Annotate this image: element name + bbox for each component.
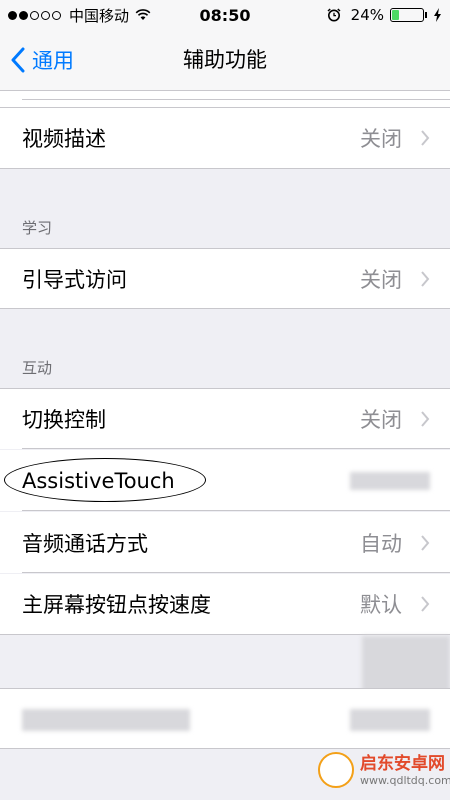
row-call-audio-routing[interactable]: 音频通话方式 自动 [0, 512, 450, 573]
back-button[interactable]: 通用 [10, 30, 74, 90]
chevron-right-icon [421, 534, 430, 551]
watermark-url: www.qdltdq.com [360, 773, 450, 787]
row-value: 关闭 [360, 408, 402, 432]
navigation-bar: 通用 辅助功能 [0, 30, 450, 91]
back-chevron-icon [11, 47, 25, 73]
row-home-click-speed[interactable]: 主屏幕按钮点按速度 默认 [0, 574, 450, 635]
section-header-learning: 学习 [22, 219, 53, 237]
signal-strength-icon [8, 10, 63, 20]
row-label: 主屏幕按钮点按速度 [22, 593, 211, 617]
row-value: 默认 [360, 593, 402, 617]
row-audio-description[interactable]: 视频描述 关闭 [0, 108, 450, 169]
chevron-right-icon [421, 596, 430, 612]
blurred-value [350, 709, 430, 731]
blurred-value [350, 472, 430, 490]
wifi-icon [135, 9, 151, 20]
blurred-label [22, 709, 190, 731]
watermark-name: 启东安卓网 [360, 753, 445, 774]
carrier-name: 中国移动 [69, 6, 130, 25]
alarm-icon [327, 8, 341, 22]
row-value: 关闭 [360, 267, 402, 292]
chevron-right-icon [421, 411, 430, 427]
battery-icon [390, 8, 424, 22]
row-label: 音频通话方式 [22, 531, 148, 556]
row-label: 视频描述 [22, 127, 106, 151]
chevron-right-icon [421, 270, 430, 287]
partial-row [0, 91, 450, 108]
row-switch-control[interactable]: 切换控制 关闭 [0, 388, 450, 449]
row-assistive-touch[interactable]: AssistiveTouch [0, 450, 450, 511]
back-label: 通用 [32, 49, 74, 73]
battery-percent: 24% [350, 6, 384, 24]
watermark-logo [318, 752, 354, 788]
watermark: 启东安卓网 www.qdltdq.com [318, 752, 450, 788]
row-guided-access[interactable]: 引导式访问 关闭 [0, 248, 450, 309]
blurred-region [362, 636, 450, 696]
charging-icon [434, 8, 441, 22]
row-label: AssistiveTouch [22, 468, 175, 493]
row-value: 自动 [360, 531, 402, 556]
row-blurred[interactable] [0, 688, 450, 749]
row-value: 关闭 [360, 127, 402, 151]
row-label: 引导式访问 [22, 267, 127, 292]
chevron-right-icon [421, 130, 430, 146]
section-header-interaction: 互动 [22, 359, 53, 377]
status-bar: 中国移动 08:50 24% [0, 0, 450, 30]
row-label: 切换控制 [22, 408, 106, 432]
